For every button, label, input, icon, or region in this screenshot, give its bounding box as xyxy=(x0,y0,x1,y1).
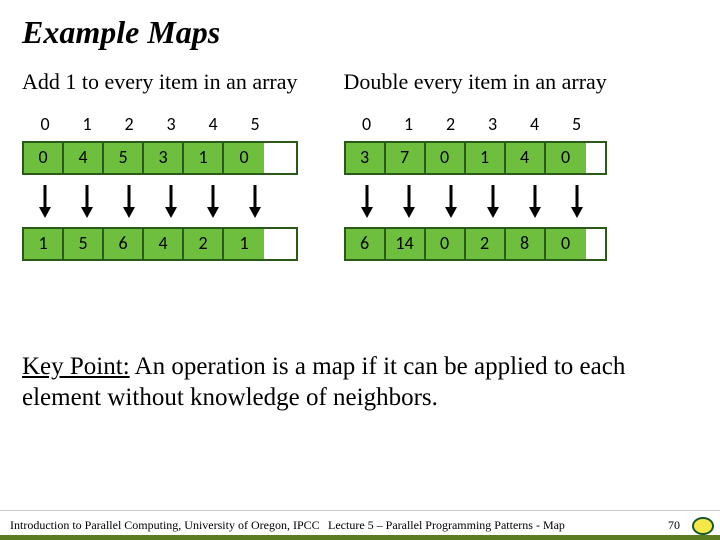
array-cell: 6 xyxy=(104,229,144,259)
index-cell: 1 xyxy=(388,113,430,135)
array-cell: 0 xyxy=(426,229,466,259)
array-cell: 6 xyxy=(346,229,386,259)
footer-mid: Lecture 5 – Parallel Programming Pattern… xyxy=(328,518,646,533)
index-cell: 5 xyxy=(234,113,276,135)
index-cell: 1 xyxy=(66,113,108,135)
down-arrow-icon xyxy=(206,183,220,219)
down-arrow-icon xyxy=(164,183,178,219)
down-arrow-icon xyxy=(402,183,416,219)
array-cell: 4 xyxy=(506,143,546,173)
key-point-label: Key Point: xyxy=(22,353,130,380)
array-cell: 0 xyxy=(546,143,586,173)
index-cell: 0 xyxy=(24,113,66,135)
array-before: 3 7 0 1 4 0 xyxy=(344,141,607,175)
down-arrow-icon xyxy=(444,183,458,219)
array-after: 6 14 0 2 8 0 xyxy=(344,227,607,261)
array-cell: 5 xyxy=(104,143,144,173)
array-cell: 8 xyxy=(506,229,546,259)
array-cell: 1 xyxy=(184,143,224,173)
index-row: 0 1 2 3 4 5 xyxy=(346,113,607,135)
down-arrow-icon xyxy=(248,183,262,219)
array-cell: 2 xyxy=(466,229,506,259)
down-arrow-icon xyxy=(486,183,500,219)
footer-page-number: 70 xyxy=(646,518,686,533)
index-row: 0 1 2 3 4 5 xyxy=(24,113,298,135)
array-cell: 0 xyxy=(426,143,466,173)
down-arrow-icon xyxy=(122,183,136,219)
index-cell: 2 xyxy=(108,113,150,135)
array-cell: 3 xyxy=(144,143,184,173)
footer-left: Introduction to Parallel Computing, Univ… xyxy=(0,518,328,533)
array-cell: 0 xyxy=(24,143,64,173)
example-add1: Add 1 to every item in an array 0 1 2 3 … xyxy=(22,69,298,261)
index-cell: 4 xyxy=(192,113,234,135)
index-cell: 3 xyxy=(150,113,192,135)
array-cell: 7 xyxy=(386,143,426,173)
array-after: 1 5 6 4 2 1 xyxy=(22,227,298,261)
arrow-row xyxy=(24,183,298,219)
array-cell: 0 xyxy=(546,229,586,259)
array-cell: 1 xyxy=(224,229,264,259)
down-arrow-icon xyxy=(570,183,584,219)
index-cell: 2 xyxy=(430,113,472,135)
array-cell: 3 xyxy=(346,143,386,173)
footer-accent-bar xyxy=(0,535,720,540)
example-subtitle: Double every item in an array xyxy=(344,69,607,95)
array-before: 0 4 5 3 1 0 xyxy=(22,141,298,175)
uo-logo-icon xyxy=(686,517,720,535)
down-arrow-icon xyxy=(360,183,374,219)
array-cell: 1 xyxy=(466,143,506,173)
examples-row: Add 1 to every item in an array 0 1 2 3 … xyxy=(22,69,698,261)
array-cell: 2 xyxy=(184,229,224,259)
index-cell: 5 xyxy=(556,113,598,135)
down-arrow-icon xyxy=(80,183,94,219)
index-cell: 0 xyxy=(346,113,388,135)
arrow-row xyxy=(346,183,607,219)
down-arrow-icon xyxy=(38,183,52,219)
slide-title: Example Maps xyxy=(22,14,698,51)
index-cell: 3 xyxy=(472,113,514,135)
array-cell: 14 xyxy=(386,229,426,259)
array-cell: 1 xyxy=(24,229,64,259)
down-arrow-icon xyxy=(528,183,542,219)
key-point: Key Point: An operation is a map if it c… xyxy=(22,351,698,414)
array-cell: 5 xyxy=(64,229,104,259)
example-subtitle: Add 1 to every item in an array xyxy=(22,69,298,95)
array-cell: 0 xyxy=(224,143,264,173)
array-cell: 4 xyxy=(144,229,184,259)
index-cell: 4 xyxy=(514,113,556,135)
array-cell: 4 xyxy=(64,143,104,173)
example-double: Double every item in an array 0 1 2 3 4 … xyxy=(344,69,607,261)
